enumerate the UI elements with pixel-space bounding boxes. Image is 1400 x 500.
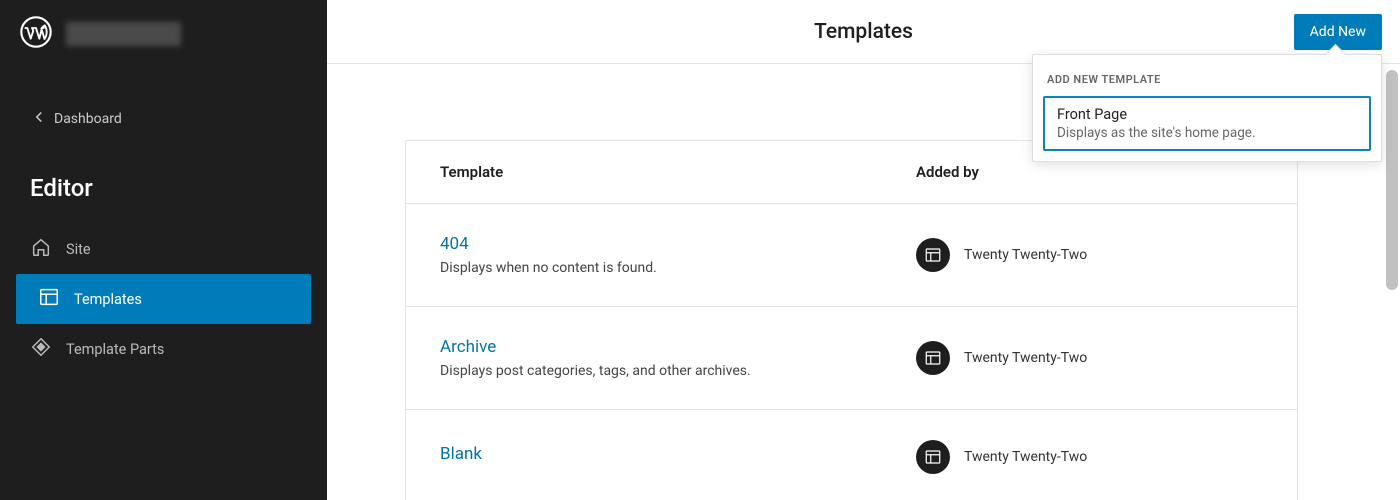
dropdown-header: ADD NEW TEMPLATE: [1033, 55, 1381, 96]
sidebar-item-templates[interactable]: Templates: [16, 274, 311, 324]
sidebar-header: [0, 0, 327, 68]
dropdown-item-front-page[interactable]: Front Page Displays as the site's home p…: [1043, 96, 1371, 151]
table-row[interactable]: 404 Displays when no content is found. T…: [406, 204, 1297, 307]
sidebar-item-label: Templates: [74, 291, 142, 308]
sidebar-item-template-parts[interactable]: Template Parts: [0, 324, 327, 374]
main: Templates Add New ADD NEW TEMPLATE Front…: [327, 0, 1400, 500]
templates-table: Template Added by 404 Displays when no c…: [405, 140, 1298, 500]
sidebar: Dashboard Editor Site Templates Template…: [0, 0, 327, 500]
sidebar-item-site[interactable]: Site: [0, 224, 327, 274]
template-title[interactable]: Blank: [440, 444, 916, 464]
page-title: Templates: [814, 20, 913, 44]
theme-name: Twenty Twenty-Two: [964, 247, 1087, 263]
template-title[interactable]: Archive: [440, 337, 916, 357]
topbar: Templates Add New ADD NEW TEMPLATE Front…: [327, 0, 1400, 64]
table-row[interactable]: Archive Displays post categories, tags, …: [406, 307, 1297, 410]
layout-icon: [916, 238, 950, 272]
layout-icon: [916, 440, 950, 474]
theme-name: Twenty Twenty-Two: [964, 449, 1087, 465]
table-row[interactable]: Blank Twenty Twenty-Two: [406, 410, 1297, 500]
column-header-addedby: Added by: [916, 163, 979, 181]
wordpress-logo-icon[interactable]: [20, 16, 52, 52]
template-desc: Displays when no content is found.: [440, 260, 916, 276]
back-label: Dashboard: [54, 111, 122, 127]
dropdown-item-title: Front Page: [1057, 106, 1357, 123]
editor-heading: Editor: [0, 140, 327, 224]
site-title[interactable]: [66, 22, 181, 46]
sidebar-item-label: Site: [66, 241, 91, 258]
dropdown-item-desc: Displays as the site's home page.: [1057, 125, 1357, 141]
theme-name: Twenty Twenty-Two: [964, 350, 1087, 366]
add-new-button[interactable]: Add New: [1294, 14, 1382, 50]
template-desc: Displays post categories, tags, and othe…: [440, 363, 916, 379]
sidebar-item-label: Template Parts: [66, 341, 164, 358]
diamond-icon: [30, 336, 52, 362]
back-to-dashboard[interactable]: Dashboard: [0, 98, 327, 140]
add-new-dropdown: ADD NEW TEMPLATE Front Page Displays as …: [1032, 54, 1382, 162]
layout-icon: [916, 341, 950, 375]
scrollbar[interactable]: [1386, 70, 1398, 290]
layout-icon: [38, 286, 60, 312]
column-header-template: Template: [440, 163, 916, 181]
chevron-left-icon: [30, 108, 48, 130]
home-icon: [30, 236, 52, 262]
template-title[interactable]: 404: [440, 234, 916, 254]
